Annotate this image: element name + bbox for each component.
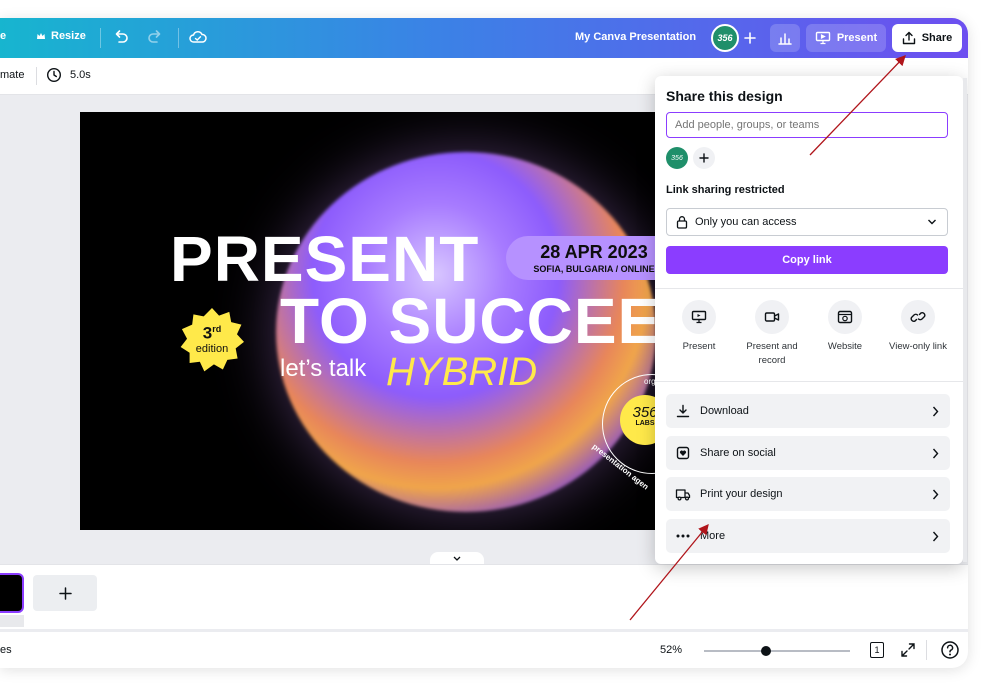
arrow-to-more bbox=[629, 523, 709, 621]
arrow-to-share bbox=[809, 55, 906, 156]
annotation-arrows bbox=[629, 55, 906, 621]
